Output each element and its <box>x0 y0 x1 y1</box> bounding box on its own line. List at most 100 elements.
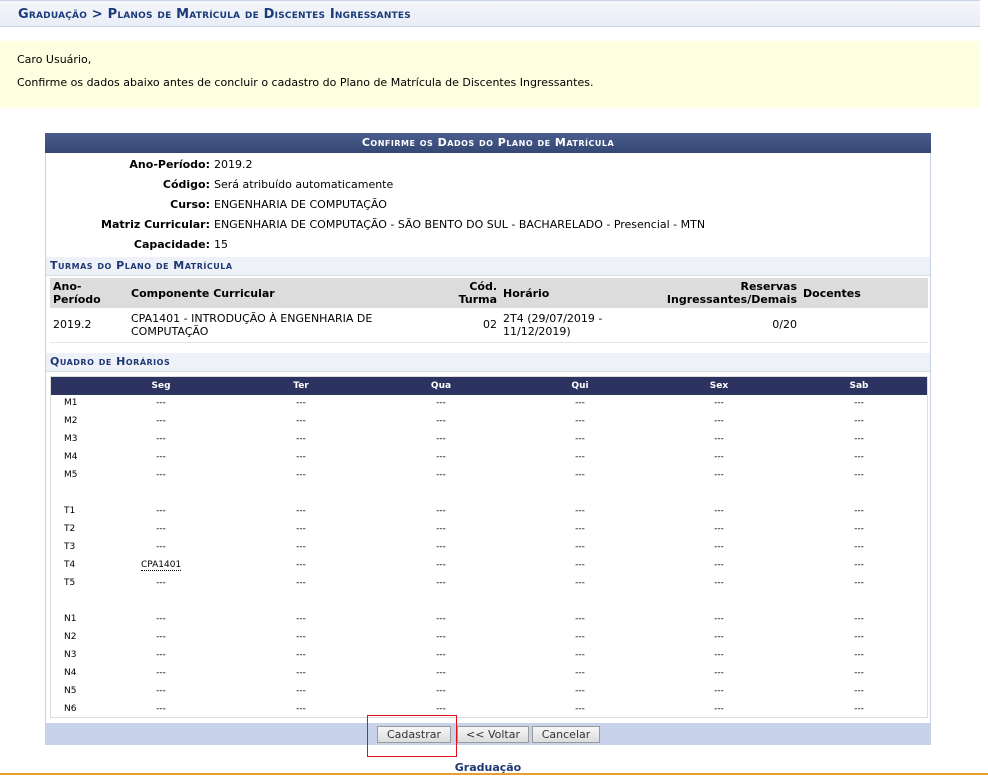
day-header-qua: Qua <box>430 381 452 391</box>
schedule-cell: --- <box>714 506 724 516</box>
schedule-cell: --- <box>854 704 864 714</box>
schedule-cell: --- <box>575 398 585 408</box>
cell-cod: 02 <box>448 308 500 343</box>
day-header-ter: Ter <box>293 381 309 391</box>
schedule-cell: --- <box>714 578 724 588</box>
slot-label: N4 <box>64 668 77 678</box>
schedule-row-t1: T1 --- --- --- --- --- --- <box>51 503 927 521</box>
schedule-cell: --- <box>296 560 306 570</box>
form-caption: Confirme os Dados do Plano de Matrícula <box>45 133 931 153</box>
day-header-sab: Sab <box>849 381 869 391</box>
slot-label: M2 <box>64 416 78 426</box>
field-curso: Curso: ENGENHARIA DE COMPUTAÇÃO <box>46 198 930 214</box>
slot-label: T5 <box>64 578 76 588</box>
cancelar-button[interactable]: Cancelar <box>532 726 600 743</box>
slot-label: N1 <box>64 614 77 624</box>
schedule-cell: --- <box>296 416 306 426</box>
schedule-cell: --- <box>436 506 446 516</box>
schedule-cell: --- <box>714 704 724 714</box>
schedule-row-n5: N5 --- --- --- --- --- --- <box>51 683 927 701</box>
schedule-cell: --- <box>156 524 166 534</box>
schedule-cell: --- <box>575 686 585 696</box>
schedule-cell: --- <box>296 632 306 642</box>
day-header-sex: Sex <box>709 381 729 391</box>
col-ano-periodo: Ano- Período <box>50 278 128 308</box>
schedule-cell: --- <box>854 650 864 660</box>
schedule-cell: --- <box>296 542 306 552</box>
slot-label: M1 <box>64 398 78 408</box>
schedule-cell: --- <box>296 452 306 462</box>
voltar-button[interactable]: << Voltar <box>457 726 529 743</box>
notice-greeting: Caro Usuário, <box>17 53 92 66</box>
schedule-cell: --- <box>296 578 306 588</box>
schedule-row-m4: M4 --- --- --- --- --- --- <box>51 449 927 467</box>
schedule-cell: --- <box>854 416 864 426</box>
schedule-cell: --- <box>296 650 306 660</box>
schedule-cell: --- <box>714 416 724 426</box>
field-codigo: Código: Será atribuído automaticamente <box>46 178 930 194</box>
schedule-cell: --- <box>854 470 864 480</box>
schedule-cell: --- <box>575 434 585 444</box>
schedule-cell: --- <box>575 542 585 552</box>
schedule-cell: --- <box>436 416 446 426</box>
schedule-cell: --- <box>714 524 724 534</box>
schedule-cell: --- <box>714 470 724 480</box>
schedule-cell: --- <box>854 614 864 624</box>
schedule-cell: --- <box>436 614 446 624</box>
schedule-cell: --- <box>436 686 446 696</box>
notice-box: Caro Usuário, Confirme os dados abaixo a… <box>0 41 980 108</box>
schedule-cell: --- <box>714 650 724 660</box>
slot-label: N2 <box>64 632 77 642</box>
schedule-cell: --- <box>296 668 306 678</box>
day-header-qui: Qui <box>571 381 589 391</box>
schedule-cell: --- <box>854 560 864 570</box>
schedule-cell: --- <box>854 542 864 552</box>
field-value: ENGENHARIA DE COMPUTAÇÃO <box>214 198 387 211</box>
schedule-cell-filled[interactable]: CPA1401 <box>141 560 182 571</box>
schedule-row-n4: N4 --- --- --- --- --- --- <box>51 665 927 683</box>
cell-ano: 2019.2 <box>50 308 128 343</box>
schedule-cell: --- <box>156 578 166 588</box>
cell-reservas: 0/20 <box>660 308 800 343</box>
schedule-row-m1: M1 --- --- --- --- --- --- <box>51 395 927 413</box>
schedule-cell: --- <box>156 470 166 480</box>
field-ano-periodo: Ano-Período: 2019.2 <box>46 158 930 174</box>
field-label: Capacidade: <box>133 238 210 251</box>
table-row: 2019.2 CPA1401 - INTRODUÇÃO À ENGENHARIA… <box>50 308 928 343</box>
schedule-cell: --- <box>296 434 306 444</box>
schedule-cell: --- <box>296 524 306 534</box>
col-reservas: Reservas Ingressantes/Demais <box>660 278 800 308</box>
schedule-cell: --- <box>156 632 166 642</box>
schedule-cell: --- <box>296 398 306 408</box>
schedule-cell: --- <box>156 650 166 660</box>
field-label: Ano-Período: <box>129 158 210 171</box>
table-header-row: Ano- Período Componente Curricular Cód. Tu… <box>50 278 928 308</box>
turmas-table: Ano- Período Componente Curricular Cód. Tu… <box>50 278 928 343</box>
field-value: ENGENHARIA DE COMPUTAÇÃO - SÃO BENTO DO … <box>214 218 706 231</box>
cell-componente: CPA1401 - INTRODUÇÃO À ENGENHARIA DE COMP… <box>128 308 448 343</box>
schedule-cell: --- <box>575 506 585 516</box>
col-docentes: Docentes <box>800 278 928 308</box>
schedule-cell: --- <box>436 650 446 660</box>
schedule-cell: --- <box>575 632 585 642</box>
schedule-cell: --- <box>714 398 724 408</box>
schedule-cell: --- <box>156 452 166 462</box>
field-matriz-curricular: Matriz Curricular: ENGENHARIA DE COMPUTA… <box>46 218 930 234</box>
horarios-caption: Quadro de Horários <box>46 353 930 372</box>
bottom-divider <box>0 773 988 775</box>
schedule-row-n2: N2 --- --- --- --- --- --- <box>51 629 927 647</box>
schedule-cell: --- <box>854 452 864 462</box>
schedule-cell: --- <box>854 668 864 678</box>
schedule-cell: --- <box>854 434 864 444</box>
schedule-row-n3: N3 --- --- --- --- --- --- <box>51 647 927 665</box>
schedule-cell: --- <box>714 614 724 624</box>
schedule-cell: --- <box>436 398 446 408</box>
schedule-cell: --- <box>296 704 306 714</box>
col-componente: Componente Curricular <box>128 278 448 308</box>
schedule-cell: --- <box>436 632 446 642</box>
slot-label: T4 <box>64 560 76 570</box>
schedule-cell: --- <box>575 578 585 588</box>
schedule-row-m5: M5 --- --- --- --- --- --- <box>51 467 927 485</box>
schedule-cell: --- <box>156 614 166 624</box>
col-cod-turma: Cód. Turma <box>448 278 500 308</box>
